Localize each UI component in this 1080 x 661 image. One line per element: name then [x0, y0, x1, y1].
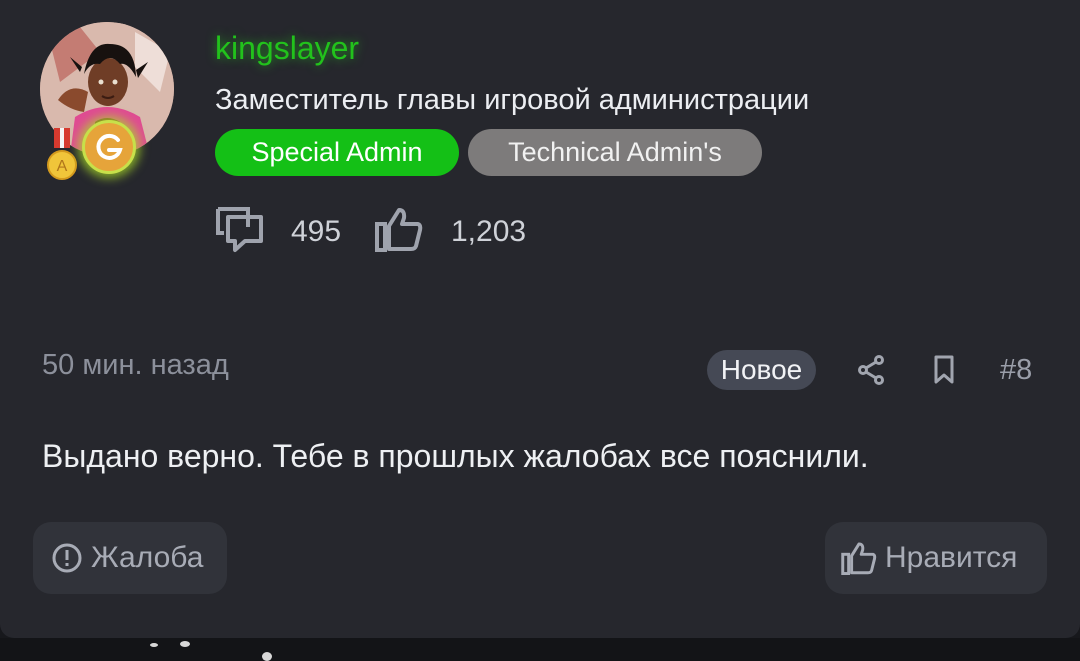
reactions-count: 1,203: [451, 215, 527, 248]
decorative-dot: [180, 641, 190, 647]
report-label: Жалоба: [91, 541, 204, 574]
like-label: Нравится: [885, 541, 1018, 574]
warning-circle-icon: [52, 543, 82, 573]
medal-icon: A: [47, 128, 77, 180]
new-status-badge: Новое: [707, 350, 816, 390]
post-card: A kingslayer Заместитель главы игровой а…: [0, 0, 1080, 638]
medal-letter: A: [57, 158, 68, 175]
messages-count: 495: [291, 215, 342, 248]
like-button[interactable]: Нравится: [825, 522, 1047, 594]
chat-bubbles-icon: [216, 207, 263, 252]
decorative-dot: [262, 652, 272, 661]
post-time[interactable]: 50 мин. назад: [42, 345, 229, 385]
report-button[interactable]: Жалоба: [33, 522, 227, 594]
post-number[interactable]: #8: [1000, 350, 1032, 390]
share-button[interactable]: [853, 352, 889, 388]
post-body: Выдано верно. Тебе в прошлых жалобах все…: [42, 438, 869, 474]
decorative-dot: [150, 643, 158, 647]
bookmark-icon: [934, 355, 954, 384]
badge-special-admin: Special Admin: [215, 129, 459, 176]
g-logo-icon: [82, 120, 136, 174]
badge-technical-admin: Technical Admin's: [468, 129, 762, 176]
user-title: Заместитель главы игровой администрации: [215, 84, 810, 116]
share-icon: [858, 355, 884, 385]
background-strip: [0, 638, 1080, 661]
thumbs-up-icon: [375, 208, 423, 252]
thumbs-up-icon: [841, 542, 877, 575]
bookmark-button[interactable]: [926, 352, 962, 388]
username[interactable]: kingslayer: [215, 28, 359, 68]
